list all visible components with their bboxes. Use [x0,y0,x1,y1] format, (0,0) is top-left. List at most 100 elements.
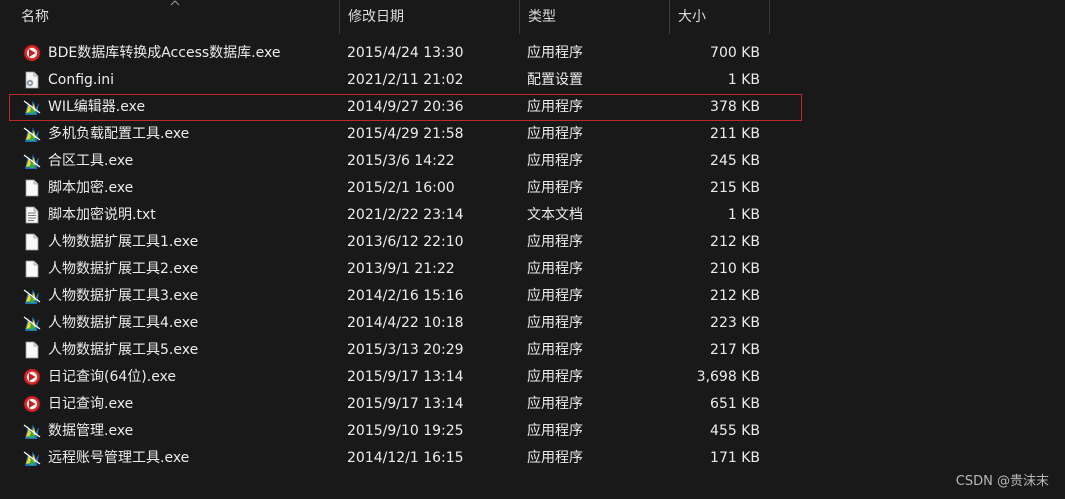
file-row[interactable]: 远程账号管理工具.exe 2014/12/1 16:15 应用程序 171 KB [0,445,1065,472]
file-date-modified: 2015/3/6 14:22 [347,153,455,169]
file-name: 人物数据扩展工具3.exe [48,288,199,304]
column-header-size[interactable]: 大小 [670,0,770,34]
blank-file-icon [23,260,41,278]
file-size: 1 KB [727,72,760,88]
file-type: 应用程序 [527,342,583,358]
file-date-modified: 2021/2/22 23:14 [347,207,464,223]
file-size: 455 KB [710,423,760,439]
column-header-name[interactable]: 名称 [13,0,340,34]
file-row[interactable]: BDE数据库转换成Access数据库.exe 2015/4/24 13:30 应用程… [0,40,1065,67]
tool-app-icon [23,449,41,467]
file-row[interactable]: 日记查询(64位).exe 2015/9/17 13:14 应用程序 3,698 KB [0,364,1065,391]
file-name: 人物数据扩展工具1.exe [48,234,199,250]
file-row[interactable]: 数据管理.exe 2015/9/10 19:25 应用程序 455 KB [0,418,1065,445]
file-date-modified: 2015/9/17 13:14 [347,369,464,385]
file-type: 文本文档 [527,207,583,223]
text-file-icon [23,206,41,224]
red-app-icon [23,368,41,386]
config-file-icon [23,71,41,89]
file-row[interactable]: 人物数据扩展工具4.exe 2014/4/22 10:18 应用程序 223 KB [0,310,1065,337]
file-size: 245 KB [710,153,760,169]
file-date-modified: 2015/4/24 13:30 [347,45,464,61]
file-size: 212 KB [710,288,760,304]
file-date-modified: 2015/4/29 21:58 [347,126,464,142]
file-type: 应用程序 [527,396,583,412]
file-name: 人物数据扩展工具2.exe [48,261,199,277]
file-type: 配置设置 [527,72,583,88]
file-row[interactable]: 人物数据扩展工具3.exe 2014/2/16 15:16 应用程序 212 KB [0,283,1065,310]
column-header-type[interactable]: 类型 [520,0,670,34]
file-date-modified: 2014/2/16 15:16 [347,288,464,304]
blank-file-icon [23,341,41,359]
file-date-modified: 2014/9/27 20:36 [347,99,464,115]
file-row[interactable]: 脚本加密说明.txt 2021/2/22 23:14 文本文档 1 KB [0,202,1065,229]
file-type: 应用程序 [527,234,583,250]
file-name: 脚本加密说明.txt [48,207,156,223]
file-type: 应用程序 [527,153,583,169]
tool-app-icon [23,314,41,332]
column-header: 名称 修改日期 类型 大小 [0,0,770,34]
file-size: 211 KB [710,126,760,142]
file-size: 223 KB [710,315,760,331]
file-type: 应用程序 [527,126,583,142]
tool-app-icon [23,125,41,143]
file-list: BDE数据库转换成Access数据库.exe 2015/4/24 13:30 应用程… [0,40,1065,472]
file-row[interactable]: 脚本加密.exe 2015/2/1 16:00 应用程序 215 KB [0,175,1065,202]
file-size: 378 KB [710,99,760,115]
file-size: 171 KB [710,450,760,466]
watermark: CSDN @贵沫末 [955,474,1049,489]
file-name: BDE数据库转换成Access数据库.exe [48,45,281,61]
file-size: 1 KB [727,207,760,223]
file-row[interactable]: WIL编辑器.exe 2014/9/27 20:36 应用程序 378 KB [0,94,1065,121]
file-name: 数据管理.exe [48,423,134,439]
blank-file-icon [23,179,41,197]
file-date-modified: 2013/6/12 22:10 [347,234,464,250]
blank-file-icon [23,233,41,251]
file-name: 日记查询.exe [48,396,134,412]
file-row[interactable]: 日记查询.exe 2015/9/17 13:14 应用程序 651 KB [0,391,1065,418]
file-type: 应用程序 [527,45,583,61]
file-size: 651 KB [710,396,760,412]
file-row[interactable]: 合区工具.exe 2015/3/6 14:22 应用程序 245 KB [0,148,1065,175]
file-name: WIL编辑器.exe [48,99,146,115]
file-name: 日记查询(64位).exe [48,369,177,385]
file-date-modified: 2013/9/1 21:22 [347,261,455,277]
file-name: 脚本加密.exe [48,180,134,196]
red-app-icon [23,395,41,413]
file-date-modified: 2014/12/1 16:15 [347,450,464,466]
tool-app-icon [23,152,41,170]
file-date-modified: 2021/2/11 21:02 [347,72,464,88]
file-type: 应用程序 [527,261,583,277]
file-row[interactable]: 多机负载配置工具.exe 2015/4/29 21:58 应用程序 211 KB [0,121,1065,148]
file-size: 3,698 KB [696,369,760,385]
file-type: 应用程序 [527,315,583,331]
column-header-date-modified[interactable]: 修改日期 [340,0,520,34]
file-type: 应用程序 [527,180,583,196]
file-type: 应用程序 [527,288,583,304]
file-date-modified: 2014/4/22 10:18 [347,315,464,331]
file-type: 应用程序 [527,99,583,115]
file-type: 应用程序 [527,369,583,385]
file-row[interactable]: 人物数据扩展工具2.exe 2013/9/1 21:22 应用程序 210 KB [0,256,1065,283]
file-name: 人物数据扩展工具5.exe [48,342,199,358]
file-row[interactable]: 人物数据扩展工具1.exe 2013/6/12 22:10 应用程序 212 KB [0,229,1065,256]
file-size: 210 KB [710,261,760,277]
tool-app-icon [23,98,41,116]
file-date-modified: 2015/2/1 16:00 [347,180,455,196]
tool-app-icon [23,287,41,305]
file-size: 700 KB [710,45,760,61]
tool-app-icon [23,422,41,440]
file-name: 多机负载配置工具.exe [48,126,190,142]
file-name: 合区工具.exe [48,153,134,169]
file-size: 217 KB [710,342,760,358]
file-size: 212 KB [710,234,760,250]
file-date-modified: 2015/9/10 19:25 [347,423,464,439]
file-date-modified: 2015/9/17 13:14 [347,396,464,412]
file-type: 应用程序 [527,450,583,466]
file-size: 215 KB [710,180,760,196]
file-explorer: 名称 修改日期 类型 大小 BDE数据库转换成Access数据库.exe 2015… [0,0,1065,499]
file-row[interactable]: 人物数据扩展工具5.exe 2015/3/13 20:29 应用程序 217 KB [0,337,1065,364]
file-type: 应用程序 [527,423,583,439]
file-row[interactable]: Config.ini 2021/2/11 21:02 配置设置 1 KB [0,67,1065,94]
red-app-icon [23,44,41,62]
